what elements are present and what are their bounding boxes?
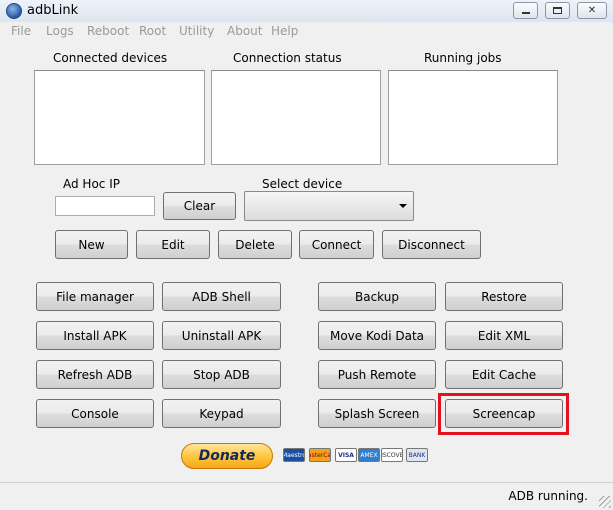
refresh-adb-button[interactable]: Refresh ADB: [36, 360, 154, 389]
stop-adb-button[interactable]: Stop ADB: [162, 360, 281, 389]
keypad-button[interactable]: Keypad: [162, 399, 281, 428]
adhoc-ip-input[interactable]: [55, 196, 155, 216]
menu-utility[interactable]: Utility: [179, 24, 214, 38]
menu-help[interactable]: Help: [271, 24, 298, 38]
window-title: adbLink: [27, 3, 79, 18]
connection-status-label: Connection status: [233, 51, 342, 65]
menu-root[interactable]: Root: [139, 24, 166, 38]
edit-cache-button[interactable]: Edit Cache: [445, 360, 563, 389]
screencap-highlight: [438, 393, 569, 435]
app-icon: [6, 3, 22, 19]
amex-card-icon: AMEX: [358, 448, 380, 462]
running-jobs-list[interactable]: [388, 70, 558, 165]
adblink-window: adbLink ✕ File Logs Reboot Root Utility …: [0, 0, 613, 510]
close-button[interactable]: ✕: [577, 2, 607, 19]
connected-devices-list[interactable]: [34, 70, 205, 165]
menu-file[interactable]: File: [11, 24, 31, 38]
menu-reboot[interactable]: Reboot: [87, 24, 129, 38]
adb-shell-button[interactable]: ADB Shell: [162, 282, 281, 311]
close-icon: ✕: [587, 5, 597, 16]
install-apk-button[interactable]: Install APK: [36, 321, 154, 350]
move-kodi-data-button[interactable]: Move Kodi Data: [318, 321, 436, 350]
push-remote-button[interactable]: Push Remote: [318, 360, 436, 389]
connect-button[interactable]: Connect: [299, 230, 374, 259]
adhoc-ip-label: Ad Hoc IP: [63, 177, 120, 191]
uninstall-apk-button[interactable]: Uninstall APK: [162, 321, 281, 350]
title-bar: adbLink ✕: [0, 0, 613, 22]
edit-xml-button[interactable]: Edit XML: [445, 321, 563, 350]
menu-logs[interactable]: Logs: [46, 24, 74, 38]
donate-button[interactable]: Donate: [181, 443, 273, 469]
splash-screen-button[interactable]: Splash Screen: [318, 399, 436, 428]
running-jobs-label: Running jobs: [424, 51, 502, 65]
restore-button[interactable]: Restore: [445, 282, 563, 311]
select-device-dropdown[interactable]: [244, 191, 414, 221]
new-button[interactable]: New: [55, 230, 128, 259]
mastercard-card-icon: MasterCard: [309, 448, 331, 462]
file-manager-button[interactable]: File manager: [36, 282, 154, 311]
menu-about[interactable]: About: [227, 24, 262, 38]
maximize-button[interactable]: [545, 2, 570, 19]
connection-status-list[interactable]: [211, 70, 381, 165]
chevron-down-icon: [399, 204, 407, 208]
visa-card-icon: VISA: [335, 448, 357, 462]
discover-card-icon: DISCOVER: [381, 448, 403, 462]
disconnect-button[interactable]: Disconnect: [382, 230, 481, 259]
minimize-icon: [521, 12, 530, 14]
backup-button[interactable]: Backup: [318, 282, 436, 311]
resize-grip-icon[interactable]: [599, 496, 611, 508]
status-bar: ADB running.: [0, 482, 613, 510]
status-text: ADB running.: [508, 489, 588, 503]
select-device-label: Select device: [262, 177, 343, 191]
maximize-icon: [553, 7, 562, 14]
bank-card-icon: BANK: [406, 448, 428, 462]
delete-button[interactable]: Delete: [218, 230, 292, 259]
minimize-button[interactable]: [513, 2, 538, 19]
edit-button[interactable]: Edit: [136, 230, 210, 259]
menu-bar: File Logs Reboot Root Utility About Help: [0, 22, 613, 40]
console-button[interactable]: Console: [36, 399, 154, 428]
clear-button[interactable]: Clear: [163, 192, 236, 220]
maestro-card-icon: Maestro: [283, 448, 305, 462]
connected-devices-label: Connected devices: [53, 51, 168, 65]
